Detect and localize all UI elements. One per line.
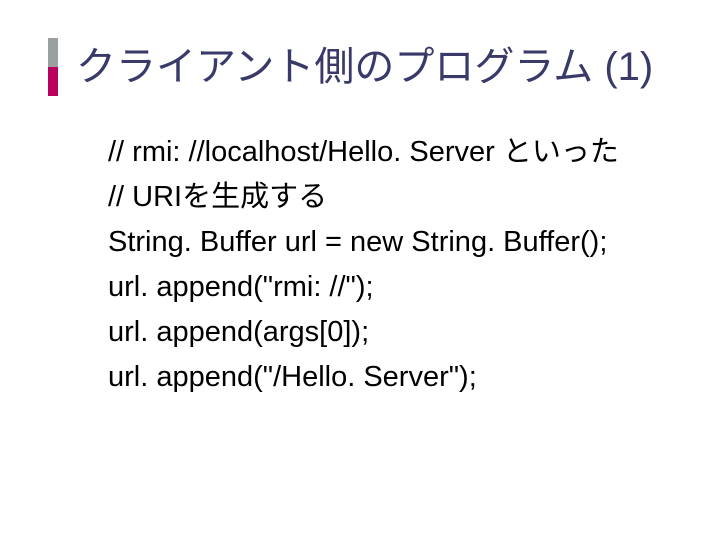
slide-title: クライアント側のプログラム (1) (76, 45, 653, 89)
title-row: クライアント側のプログラム (1) (48, 38, 690, 96)
code-line: String. Buffer url = new String. Buffer(… (108, 220, 680, 265)
code-line: // rmi: //localhost/Hello. Server といった (108, 130, 680, 175)
slide: クライアント側のプログラム (1) // rmi: //localhost/He… (0, 0, 720, 540)
code-line: url. append(args[0]); (108, 310, 680, 355)
code-block: // rmi: //localhost/Hello. Server といった /… (108, 130, 680, 400)
code-line: url. append("/Hello. Server"); (108, 355, 680, 400)
accent-bar-icon (48, 38, 58, 96)
code-line: // URIを生成する (108, 175, 680, 220)
code-line: url. append("rmi: //"); (108, 265, 680, 310)
